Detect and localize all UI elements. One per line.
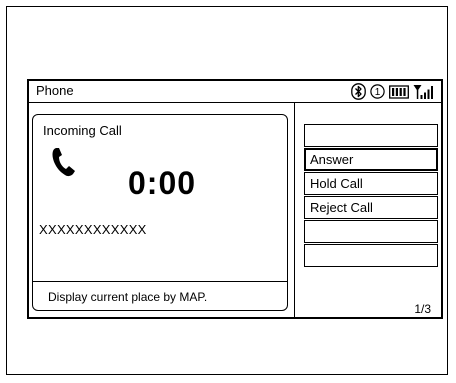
page-title: Phone [36, 83, 74, 98]
answer-button[interactable]: Answer [304, 148, 438, 171]
panel-divider [294, 103, 295, 317]
status-bar: 1 [351, 83, 435, 100]
reject-call-button[interactable]: Reject Call [304, 196, 438, 219]
page-indicator: 1/3 [414, 302, 431, 316]
menu-item-blank-2 [304, 244, 438, 267]
hold-call-button[interactable]: Hold Call [304, 172, 438, 195]
header-divider [29, 102, 441, 103]
indicator-number: 1 [375, 87, 381, 98]
card-footer-divider [33, 281, 287, 282]
bluetooth-icon [351, 83, 366, 100]
map-display-hint[interactable]: Display current place by MAP. [48, 290, 207, 304]
signal-strength-icon [413, 84, 435, 100]
call-action-menu: Answer Hold Call Reject Call [304, 124, 438, 268]
call-timer: 0:00 [128, 165, 197, 201]
phone-handset-icon [49, 145, 79, 184]
phone-screen: Phone 1 Incoming Call 0:00 XXXXXXXXXXXX … [27, 79, 443, 319]
menu-item-blank-top [304, 124, 438, 147]
numbered-indicator-icon: 1 [370, 84, 385, 99]
call-status: Incoming Call [43, 123, 122, 138]
caller-number: XXXXXXXXXXXX [39, 222, 147, 237]
menu-item-blank-1 [304, 220, 438, 243]
battery-icon [389, 84, 409, 99]
call-info-card: Incoming Call 0:00 XXXXXXXXXXXX Display … [32, 114, 288, 311]
